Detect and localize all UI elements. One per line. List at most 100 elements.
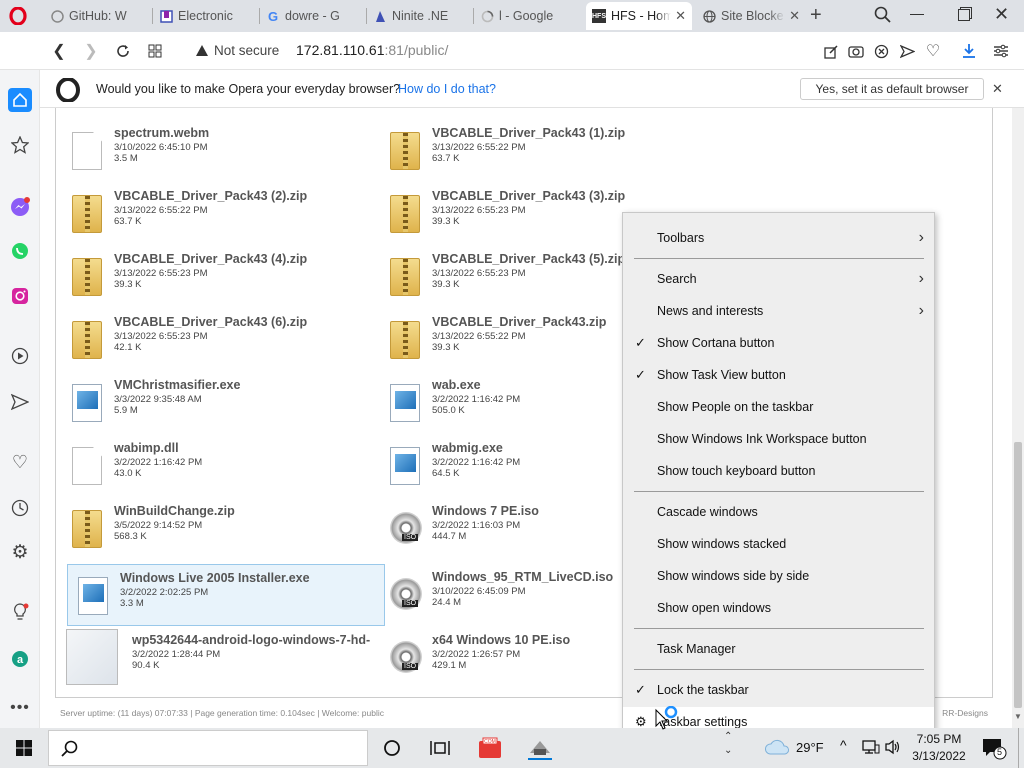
file-name[interactable]: WinBuildChange.zip: [114, 504, 235, 518]
close-tab-icon[interactable]: ✕: [675, 8, 686, 24]
security-indicator[interactable]: Not secure: [196, 43, 279, 58]
scrollbar-thumb[interactable]: [1014, 442, 1022, 708]
history-clock-icon[interactable]: [8, 496, 32, 520]
whatsapp-icon[interactable]: [8, 239, 32, 263]
file-item[interactable]: wabimp.dll 3/2/2022 1:16:42 PM 43.0 K: [62, 435, 380, 497]
easy-setup-icon[interactable]: [990, 40, 1012, 62]
edit-icon[interactable]: [820, 40, 842, 62]
download-icon[interactable]: [958, 40, 980, 62]
file-name[interactable]: VBCABLE_Driver_Pack43 (2).zip: [114, 189, 307, 203]
task-view-icon[interactable]: [428, 736, 452, 760]
menu-item-show-open-windows[interactable]: Show open windows: [623, 593, 934, 623]
file-name[interactable]: Windows 7 PE.iso: [432, 504, 539, 518]
camera-icon[interactable]: [845, 40, 867, 62]
file-name[interactable]: Windows Live 2005 Installer.exe: [120, 571, 310, 585]
amazon-icon[interactable]: a: [8, 647, 32, 671]
tab-google-search[interactable]: Gdowre - G: [260, 2, 366, 30]
menu-item-show-windows-stacked[interactable]: Show windows stacked: [623, 529, 934, 559]
file-item[interactable]: spectrum.webm 3/10/2022 6:45:10 PM 3.5 M: [62, 120, 380, 182]
infobar-help-link[interactable]: How do I do that?: [398, 82, 496, 96]
page-scrollbar[interactable]: ▼: [1012, 108, 1024, 728]
menu-item-show-windows-side-by-side[interactable]: Show windows side by side: [623, 561, 934, 591]
tab-ninite[interactable]: Ninite .NE: [367, 2, 473, 30]
file-name[interactable]: VBCABLE_Driver_Pack43 (6).zip: [114, 315, 307, 329]
opera-menu-icon[interactable]: [8, 6, 28, 26]
search-tabs-icon[interactable]: [874, 6, 892, 27]
windows-start-icon[interactable]: [12, 736, 36, 760]
cortana-icon[interactable]: [380, 736, 404, 760]
url-field[interactable]: 172.81.110.61:81/public/: [296, 42, 448, 58]
file-name[interactable]: Windows_95_RTM_LiveCD.iso: [432, 570, 613, 584]
tab-site-blocker[interactable]: Site Blocke ✕: [696, 2, 806, 30]
new-tab-icon[interactable]: +: [810, 4, 822, 27]
menu-item-lock-the-taskbar[interactable]: ✓ Lock the taskbar: [623, 675, 934, 705]
tray-overflow-arrows-icon[interactable]: ⌃ ⌄: [724, 730, 732, 758]
file-item[interactable]: WinBuildChange.zip 3/5/2022 9:14:52 PM 568…: [62, 498, 380, 560]
close-infobar-icon[interactable]: ✕: [992, 81, 1003, 97]
tips-bulb-icon[interactable]: [8, 600, 32, 624]
file-item[interactable]: VBCABLE_Driver_Pack43 (2).zip 3/13/2022 6…: [62, 183, 380, 245]
menu-item-show-task-view-button[interactable]: ✓ Show Task View button: [623, 360, 934, 390]
file-item[interactable]: VBCABLE_Driver_Pack43 (1).zip 3/13/2022 6…: [380, 120, 698, 182]
close-window-button[interactable]: ✕: [994, 4, 1009, 25]
menu-item-search[interactable]: Search ›: [623, 264, 934, 294]
menu-item-show-people-on-the-taskbar[interactable]: Show People on the taskbar: [623, 392, 934, 422]
tab-google-loading[interactable]: l - Google: [474, 2, 584, 30]
menu-item-show-touch-keyboard-button[interactable]: Show touch keyboard button: [623, 456, 934, 486]
opera-taskbar-icon[interactable]: [528, 736, 552, 760]
file-item[interactable]: wp5342644-android-logo-windows-7-hd- 3/2/…: [62, 627, 380, 689]
menu-item-cascade-windows[interactable]: Cascade windows: [623, 497, 934, 527]
file-name[interactable]: wabimp.dll: [114, 441, 179, 455]
tab-grid-icon[interactable]: [144, 40, 166, 62]
weather-temperature[interactable]: 29°F: [796, 740, 824, 755]
file-name[interactable]: wp5342644-android-logo-windows-7-hd-: [132, 633, 370, 647]
restore-button[interactable]: [958, 9, 970, 21]
file-name[interactable]: VBCABLE_Driver_Pack43 (3).zip: [432, 189, 625, 203]
file-name[interactable]: wabmig.exe: [432, 441, 503, 455]
bookmarks-heart-icon[interactable]: ♡: [8, 450, 32, 474]
flow-send-icon[interactable]: [8, 390, 32, 414]
tab-hfs[interactable]: HFS HFS - Hom ✕: [586, 2, 692, 30]
weather-cloud-icon[interactable]: [764, 738, 790, 759]
file-name[interactable]: VBCABLE_Driver_Pack43 (1).zip: [432, 126, 625, 140]
set-default-button[interactable]: Yes, set it as default browser: [800, 78, 984, 100]
file-name[interactable]: VMChristmasifier.exe: [114, 378, 240, 392]
tab-github[interactable]: GitHub: W: [44, 2, 152, 30]
menu-item-toolbars[interactable]: Toolbars ›: [623, 223, 934, 253]
file-name[interactable]: VBCABLE_Driver_Pack43.zip: [432, 315, 606, 329]
volume-icon[interactable]: [884, 739, 902, 758]
file-name[interactable]: VBCABLE_Driver_Pack43 (4).zip: [114, 252, 307, 266]
home-icon[interactable]: [8, 88, 32, 112]
taskbar-search-input[interactable]: [48, 730, 368, 766]
file-item[interactable]: VBCABLE_Driver_Pack43 (4).zip 3/13/2022 6…: [62, 246, 380, 308]
speed-dial-star-icon[interactable]: [8, 133, 32, 157]
network-icon[interactable]: [862, 739, 880, 758]
settings-gear-icon[interactable]: ⚙: [8, 540, 32, 564]
file-name[interactable]: wab.exe: [432, 378, 481, 392]
menu-item-show-windows-ink-workspace-button[interactable]: Show Windows Ink Workspace button: [623, 424, 934, 454]
menu-item-news-and-interests[interactable]: News and interests ›: [623, 296, 934, 326]
show-desktop-button[interactable]: [1018, 728, 1019, 768]
messenger-icon[interactable]: [8, 195, 32, 219]
com-app-icon[interactable]: COM: [478, 736, 502, 760]
player-icon[interactable]: [8, 344, 32, 368]
menu-item-task-manager[interactable]: Task Manager: [623, 634, 934, 664]
send-icon[interactable]: [896, 40, 918, 62]
heart-icon[interactable]: ♡: [922, 40, 944, 62]
back-arrow-icon[interactable]: ❮: [48, 40, 70, 62]
file-item[interactable]: VBCABLE_Driver_Pack43 (6).zip 3/13/2022 6…: [62, 309, 380, 371]
notification-center-icon[interactable]: 5: [982, 738, 1008, 763]
close-tab-icon[interactable]: ✕: [789, 8, 800, 24]
reload-icon[interactable]: [112, 40, 134, 62]
instagram-icon[interactable]: [8, 284, 32, 308]
adblock-icon[interactable]: [870, 40, 892, 62]
file-item[interactable]: VMChristmasifier.exe 3/3/2022 9:35:48 AM 5…: [62, 372, 380, 434]
more-dots-icon[interactable]: •••: [8, 696, 32, 720]
system-clock[interactable]: 7:05 PM 3/13/2022: [908, 731, 970, 765]
menu-item-show-cortana-button[interactable]: ✓ Show Cortana button: [623, 328, 934, 358]
minimize-button[interactable]: [910, 14, 924, 15]
file-name[interactable]: x64 Windows 10 PE.iso: [432, 633, 570, 647]
forward-arrow-icon[interactable]: ❯: [80, 40, 102, 62]
show-hidden-icons-chevron[interactable]: ^: [840, 737, 847, 753]
file-item[interactable]: Windows Live 2005 Installer.exe 3/2/2022 …: [67, 564, 385, 626]
